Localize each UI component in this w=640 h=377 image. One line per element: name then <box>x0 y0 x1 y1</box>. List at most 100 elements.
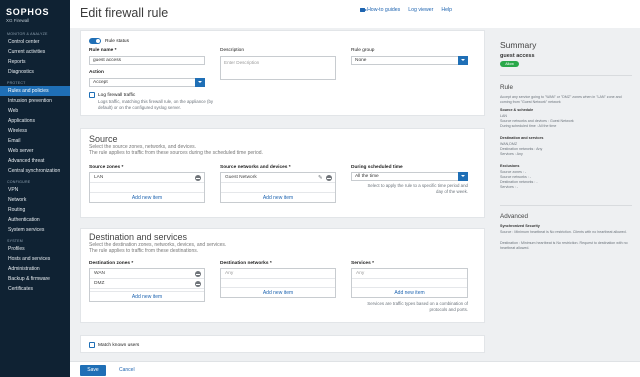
match-users-checkbox[interactable] <box>89 342 95 348</box>
sidebar-item-network[interactable]: Network <box>0 195 70 205</box>
sidebar-item-profiles[interactable]: Profiles <box>0 244 70 254</box>
summary-title: Summary <box>500 40 537 50</box>
how-to-guides-label: How-to guides <box>367 7 401 13</box>
summary-dest-line: Destination networks : Any <box>500 147 543 151</box>
users-card: Match known users <box>80 335 485 353</box>
destination-title: Destination and services <box>89 232 188 242</box>
source-networks-label: Source networks and devices * <box>220 165 291 170</box>
description-label: Description <box>220 48 244 53</box>
summary-rule-text: Accept any service going to "WAN" or "DM… <box>500 95 622 104</box>
status-badge: Allow <box>500 61 519 67</box>
brand-product: XG Firewall <box>6 18 30 23</box>
source-desc-2: The rule applies to traffic from these s… <box>89 150 263 156</box>
add-new-item-button[interactable]: Add new item <box>221 287 335 297</box>
sidebar-item-reports[interactable]: Reports <box>0 57 70 67</box>
match-users-label: Match known users <box>98 342 140 348</box>
list-item[interactable]: WAN <box>90 269 204 279</box>
destination-zone-name: DMZ <box>94 281 105 286</box>
sidebar-nav: MONITOR & ANALYZE Control center Current a… <box>0 32 70 294</box>
add-new-item-button[interactable]: Add new item <box>90 192 204 202</box>
save-button[interactable]: Save <box>80 364 106 376</box>
action-select[interactable]: Accept <box>89 78 205 87</box>
page-title: Edit firewall rule <box>80 6 169 20</box>
chevron-down-icon[interactable] <box>195 78 205 87</box>
brand-logo: SOPHOS <box>6 7 50 17</box>
top-links: How-to guides Log viewer Help <box>360 7 452 13</box>
schedule-select[interactable]: All the time <box>351 172 468 181</box>
schedule-help: Select to apply the rule to a specific t… <box>367 183 468 194</box>
services-list: Any Add new item <box>351 268 468 298</box>
summary-sync-line: Destination : Minimum heartbeat is No re… <box>500 241 628 250</box>
summary-exclusion-line: Destination networks : - <box>500 180 538 184</box>
sidebar-item-central-synchronization[interactable]: Central synchronization <box>0 166 70 176</box>
summary-rule-heading: Rule <box>500 84 513 91</box>
summary-panel: Summary guest access Allow Rule Accept a… <box>492 30 640 360</box>
summary-dest-line: Services : Any <box>500 152 523 156</box>
summary-rule-name: guest access <box>500 53 535 59</box>
log-traffic-checkbox[interactable] <box>89 92 95 98</box>
source-network-name: Guest Network <box>225 175 257 180</box>
list-item[interactable]: Any <box>221 269 335 279</box>
add-new-item-button[interactable]: Add new item <box>221 192 335 202</box>
sidebar-item-current-activities[interactable]: Current activities <box>0 47 70 57</box>
cancel-button[interactable]: Cancel <box>119 365 135 376</box>
list-item[interactable]: DMZ <box>90 279 204 289</box>
summary-divider <box>500 205 632 206</box>
sidebar-item-email[interactable]: Email <box>0 136 70 146</box>
chevron-down-icon[interactable] <box>458 56 468 65</box>
destination-card: Destination and services Select the dest… <box>80 228 485 323</box>
destination-desc-2: The rule applies to traffic from these d… <box>89 248 199 254</box>
sidebar-item-control-center[interactable]: Control center <box>0 37 70 47</box>
sidebar-item-certificates[interactable]: Certificates <box>0 284 70 294</box>
sidebar-item-system-services[interactable]: System services <box>0 225 70 235</box>
remove-icon[interactable] <box>326 175 332 181</box>
help-link[interactable]: Help <box>441 7 452 13</box>
sidebar-item-intrusion-prevention[interactable]: Intrusion prevention <box>0 96 70 106</box>
sidebar-item-vpn[interactable]: VPN <box>0 185 70 195</box>
remove-icon[interactable] <box>195 271 201 277</box>
rule-group-value: None <box>355 58 367 63</box>
sidebar-item-authentication[interactable]: Authentication <box>0 215 70 225</box>
rule-card: Rule status Rule name * guest access Des… <box>80 30 485 116</box>
sidebar-item-rules-and-policies[interactable]: Rules and policies <box>0 86 70 96</box>
add-new-item-button[interactable]: Add new item <box>352 287 467 297</box>
list-item[interactable]: LAN <box>90 173 204 183</box>
summary-exclusion-line: Services : - <box>500 185 518 189</box>
sidebar-item-administration[interactable]: Administration <box>0 264 70 274</box>
sidebar-item-backup-firmware[interactable]: Backup & firmware <box>0 274 70 284</box>
list-item[interactable]: Any <box>352 269 467 279</box>
summary-sync-line: Source : Minimum heartbeat is No restric… <box>500 230 627 234</box>
rule-name-input[interactable]: guest access <box>89 56 205 65</box>
sidebar-item-wireless[interactable]: Wireless <box>0 126 70 136</box>
sidebar-item-advanced-threat[interactable]: Advanced threat <box>0 156 70 166</box>
sidebar-item-diagnostics[interactable]: Diagnostics <box>0 67 70 77</box>
summary-exclusion-line: Source networks : - <box>500 175 531 179</box>
action-value: Accept <box>93 80 108 85</box>
sidebar-item-web-server[interactable]: Web server <box>0 146 70 156</box>
description-input[interactable]: Enter Description <box>220 56 336 80</box>
main-content: Rule status Rule name * guest access Des… <box>80 30 486 375</box>
action-label: Action <box>89 70 104 75</box>
summary-source-line: During scheduled time : All the time <box>500 124 557 128</box>
summary-divider <box>500 75 632 76</box>
summary-source-line: LAN <box>500 114 507 118</box>
rule-status-toggle[interactable] <box>89 38 101 44</box>
pencil-icon[interactable]: ✎ <box>318 175 324 181</box>
list-item[interactable]: Guest Network ✎ <box>221 173 335 183</box>
rule-group-select[interactable]: None <box>351 56 468 65</box>
remove-icon[interactable] <box>195 281 201 287</box>
rule-group-label: Rule group <box>351 48 375 53</box>
summary-source-subheading: Source & schedule <box>500 108 534 112</box>
summary-advanced-heading: Advanced <box>500 213 529 220</box>
sidebar-item-routing[interactable]: Routing <box>0 205 70 215</box>
sidebar-item-web[interactable]: Web <box>0 106 70 116</box>
add-new-item-button[interactable]: Add new item <box>90 291 204 301</box>
sidebar-item-hosts-and-services[interactable]: Hosts and services <box>0 254 70 264</box>
how-to-guides-link[interactable]: How-to guides <box>360 7 400 13</box>
remove-icon[interactable] <box>195 175 201 181</box>
sidebar-item-applications[interactable]: Applications <box>0 116 70 126</box>
summary-dest-line: WAN,DMZ <box>500 142 518 146</box>
video-icon <box>360 8 368 12</box>
chevron-down-icon[interactable] <box>458 172 468 181</box>
log-viewer-link[interactable]: Log viewer <box>408 7 433 13</box>
